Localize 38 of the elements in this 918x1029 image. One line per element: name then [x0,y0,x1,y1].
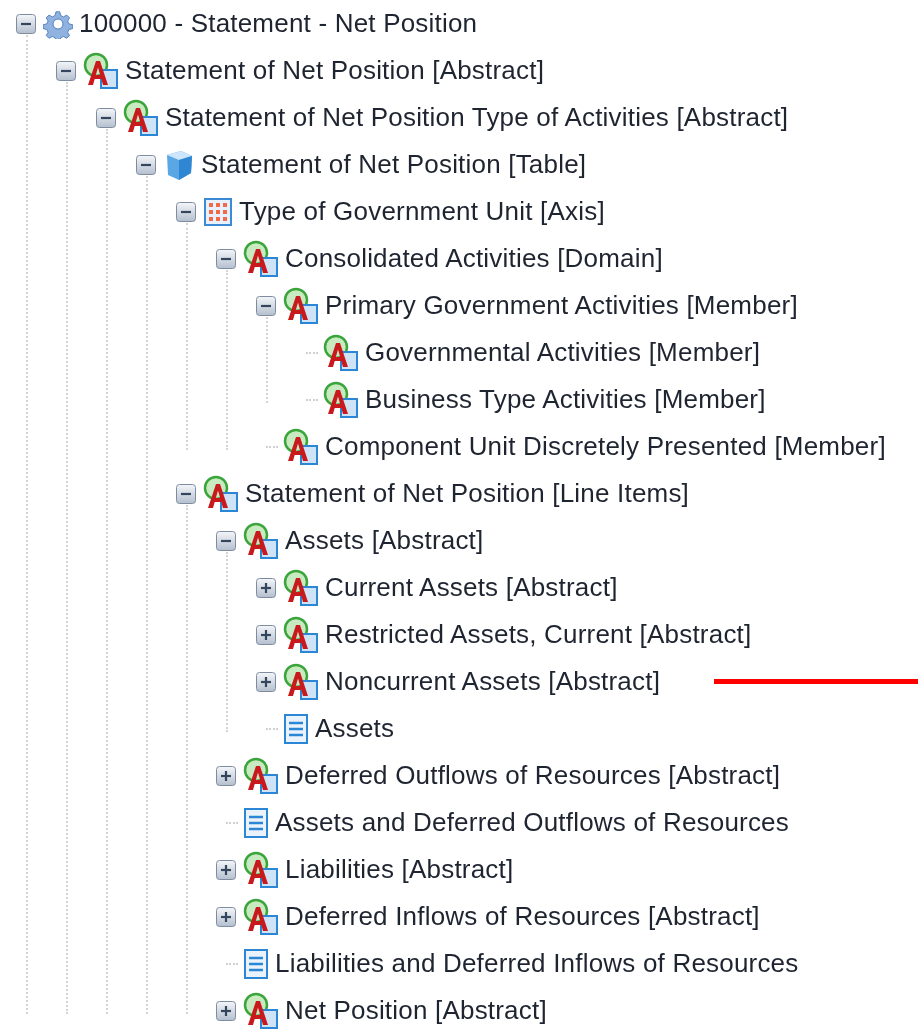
expand-toggle[interactable] [216,859,236,880]
tree-node-label[interactable]: Statement of Net Position [Line Items] [245,474,690,513]
tree-node-label[interactable]: Statement of Net Position [Abstract] [125,51,545,90]
tree-node-label[interactable]: Assets [Abstract] [285,521,484,560]
tree-node-label[interactable]: Statement of Net Position Type of Activities [Abstract] [165,98,789,137]
expand-toggle[interactable] [256,624,276,645]
expand-toggle[interactable] [256,577,276,598]
tree-node-label[interactable]: Deferred Inflows of Resources [Abstract] [285,897,760,936]
tree-node-label[interactable]: Type of Government Unit [Axis] [239,192,605,231]
tree-node-label[interactable]: 100000 - Statement - Net Position [79,4,478,43]
expand-toggle[interactable] [216,1000,236,1021]
tree-node-label[interactable]: Assets and Deferred Outflows of Resources [275,803,789,842]
tree-node-label[interactable]: Component Unit Discretely Presented [Member] [325,427,886,466]
collapse-toggle[interactable] [216,248,236,269]
collapse-toggle[interactable] [136,154,156,175]
tree-node-label[interactable]: Current Assets [Abstract] [325,568,618,607]
tree-node-label[interactable]: Liabilities [Abstract] [285,850,514,889]
tree-node-label[interactable]: Restricted Assets, Current [Abstract] [325,615,752,654]
tree-node-label[interactable]: Business Type Activities [Member] [365,380,766,419]
expand-toggle[interactable] [216,906,236,927]
tree-node-label[interactable]: Assets [315,709,395,748]
tree-node-label[interactable]: Net Position [Abstract] [285,991,547,1029]
tree-node-label[interactable]: Primary Government Activities [Member] [325,286,798,325]
tree-node-label[interactable]: Statement of Net Position [Table] [201,145,587,184]
expand-toggle[interactable] [256,671,276,692]
expand-toggle[interactable] [216,765,236,786]
collapse-toggle[interactable] [56,60,76,81]
collapse-toggle[interactable] [176,201,196,222]
tree-node-label[interactable]: Deferred Outflows of Resources [Abstract] [285,756,781,795]
tree-node-label[interactable]: Liabilities and Deferred Inflows of Resources [275,944,799,983]
collapse-toggle[interactable] [256,295,276,316]
tree-node-label[interactable]: Consolidated Activities [Domain] [285,239,663,278]
collapse-toggle[interactable] [176,483,196,504]
tree-node-label[interactable]: Noncurrent Assets [Abstract] [325,662,661,701]
tree-node-label[interactable]: Governmental Activities [Member] [365,333,761,372]
collapse-toggle[interactable] [16,13,36,34]
collapse-toggle[interactable] [216,530,236,551]
collapse-toggle[interactable] [96,107,116,128]
